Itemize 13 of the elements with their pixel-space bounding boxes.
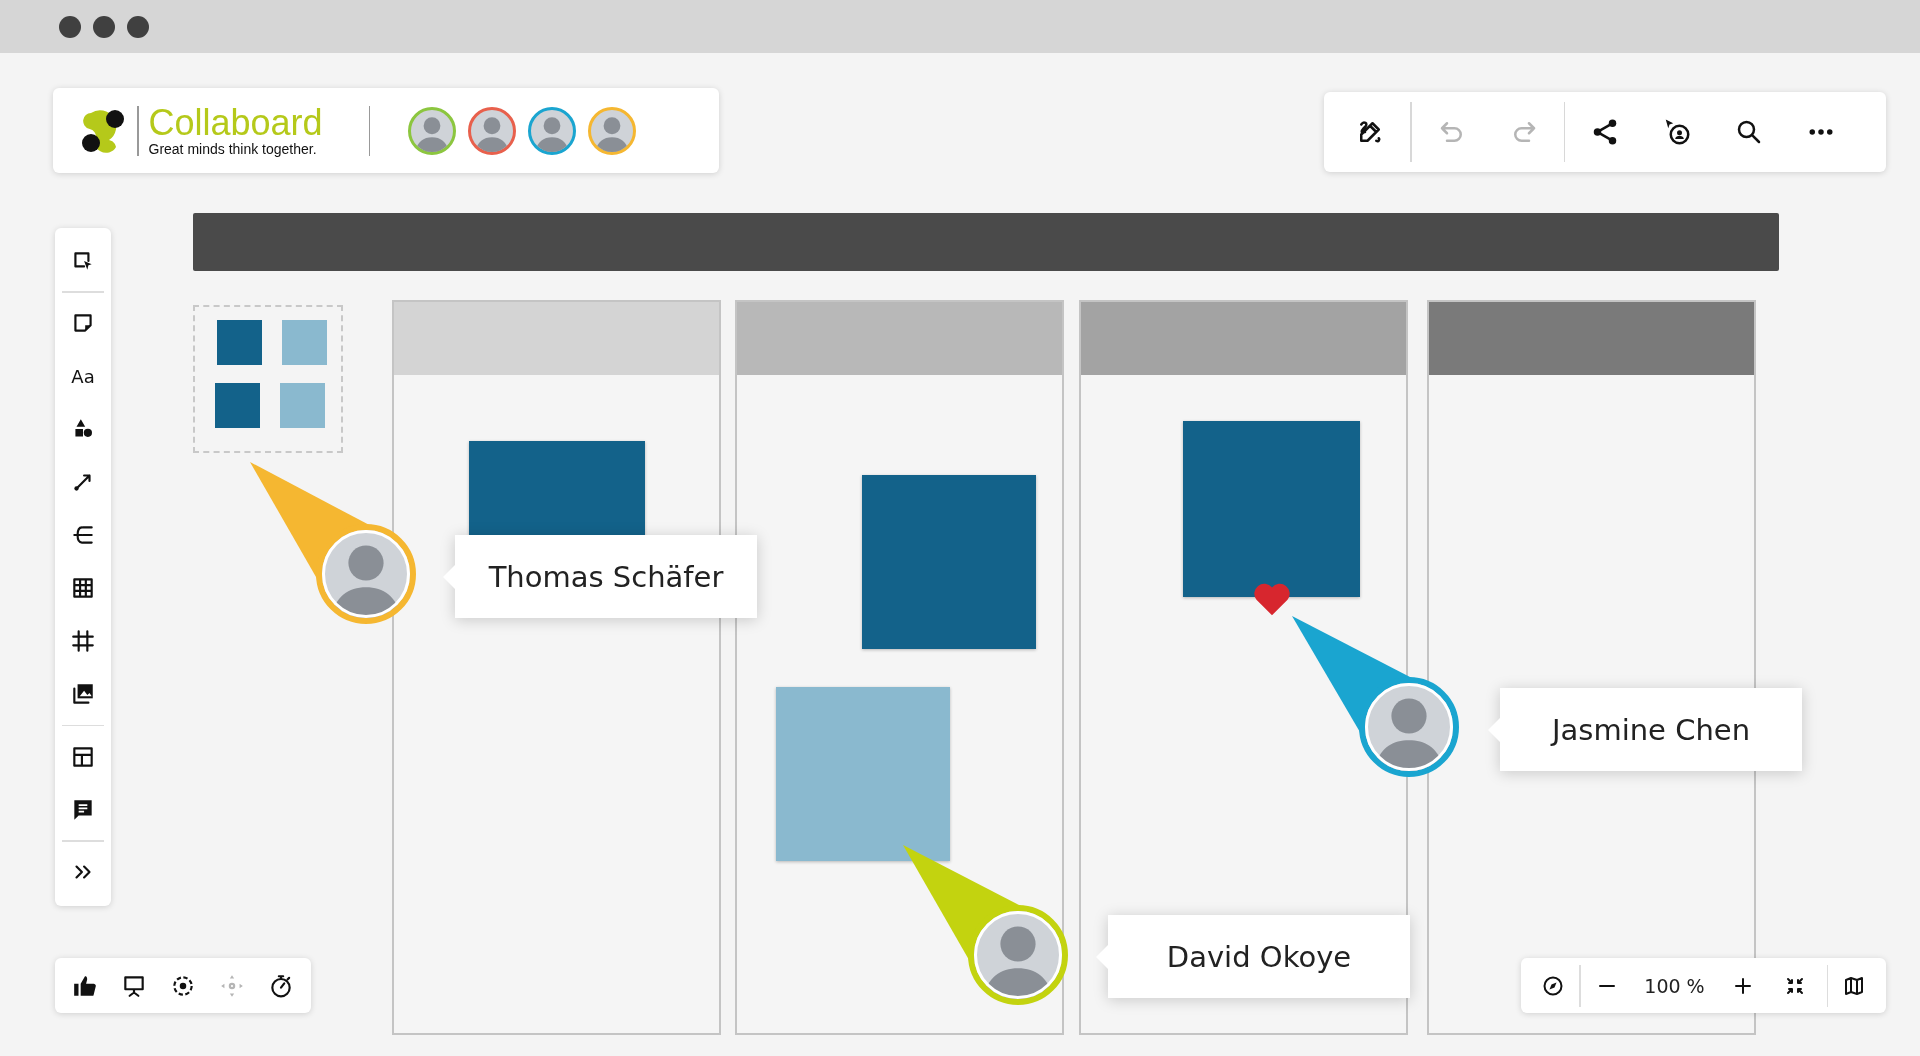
window-control[interactable] — [59, 15, 81, 38]
callout-notch — [1096, 945, 1108, 969]
window-control[interactable] — [127, 15, 149, 38]
cursor-name-label: Jasmine Chen — [1500, 688, 1802, 771]
tagline: Great minds think together. — [148, 140, 318, 157]
callout-notch — [443, 565, 455, 589]
text-tool[interactable]: Aa — [61, 349, 105, 403]
cursor-name-label: Thomas Schäfer — [455, 535, 757, 618]
window-control[interactable] — [93, 15, 115, 38]
zoom-level: 100 % — [1643, 974, 1706, 997]
callout-notch — [1488, 718, 1500, 742]
cursor-name-label: David Okoye — [1108, 915, 1410, 998]
brand-name: Collaboard — [148, 104, 323, 141]
